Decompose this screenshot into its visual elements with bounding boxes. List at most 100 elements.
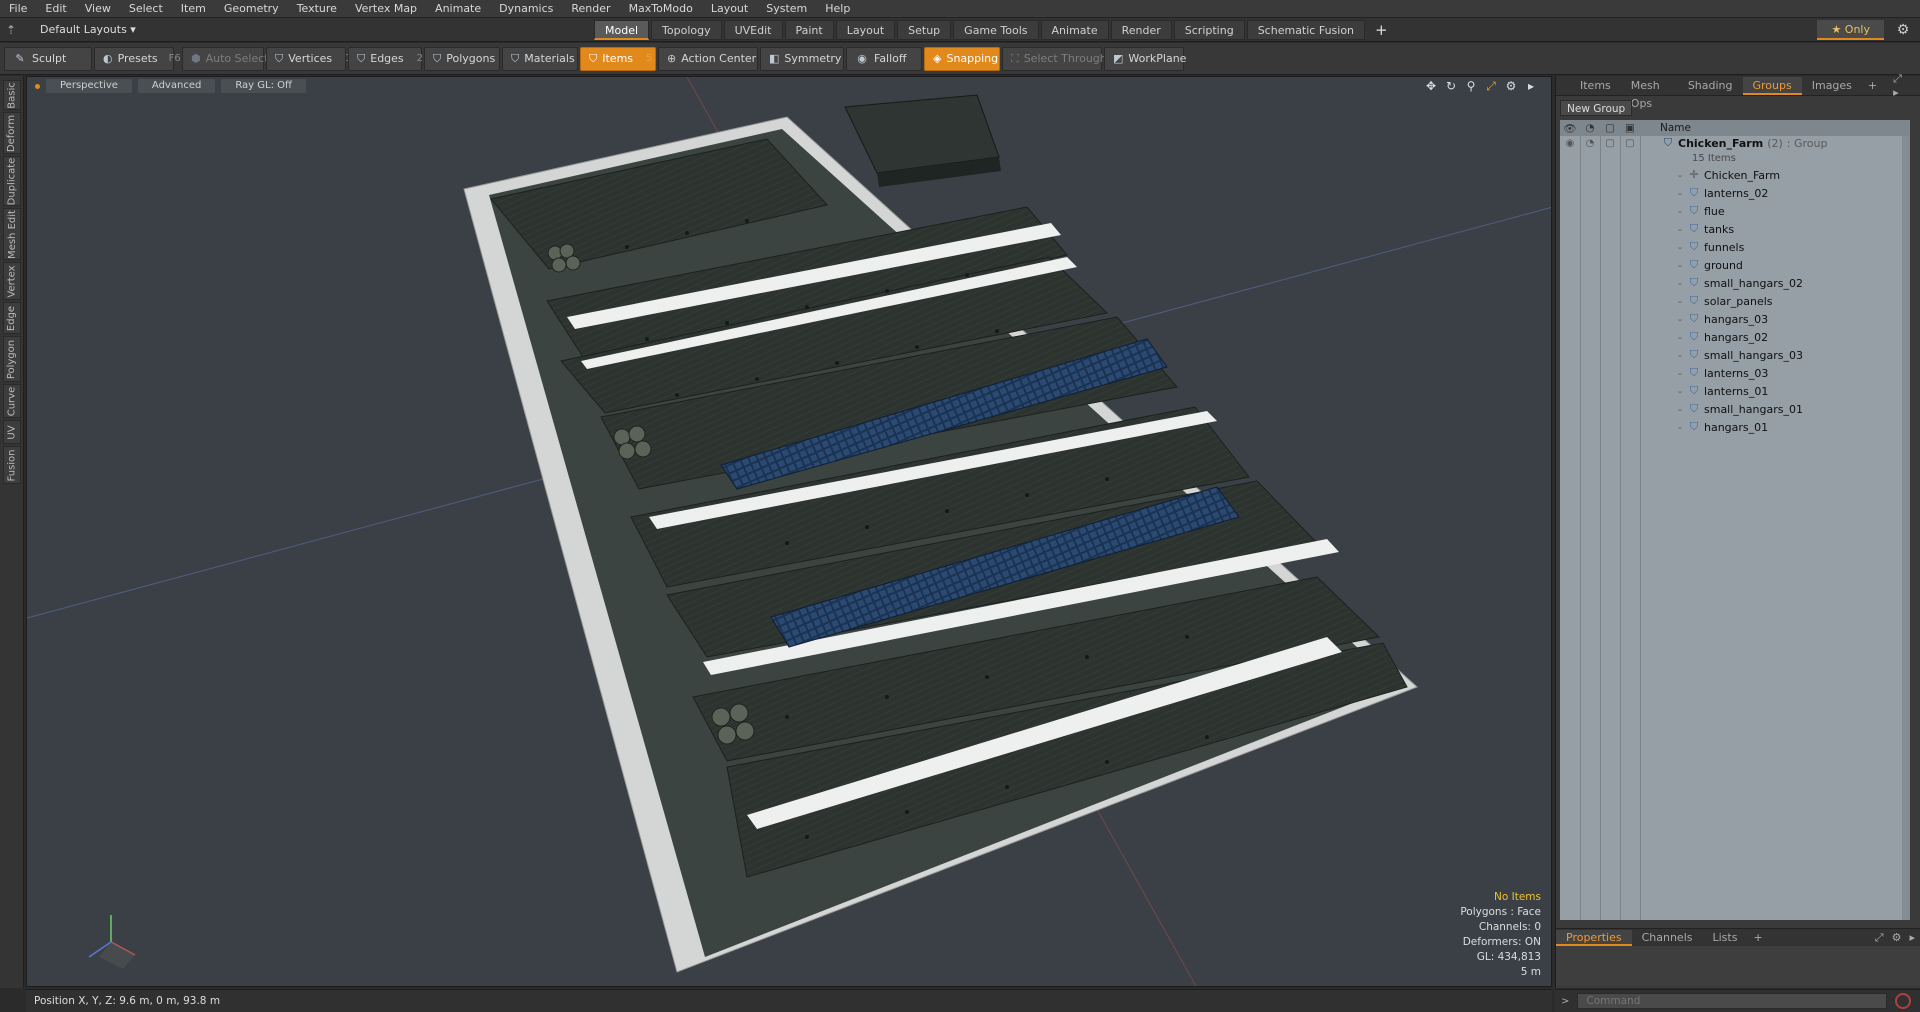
tree-item[interactable]: - ⛉ hangars_01 bbox=[1560, 418, 1910, 436]
props-maximize-icon[interactable]: ⤢ bbox=[1875, 931, 1884, 945]
layout-tab-schematic-fusion[interactable]: Schematic Fusion bbox=[1246, 19, 1366, 40]
select-through-button[interactable]: ⛶ Select Through bbox=[1002, 46, 1107, 71]
presets-button[interactable]: ◐ Presets F6 bbox=[94, 46, 181, 71]
left-tab-polygon[interactable]: Polygon bbox=[3, 336, 21, 382]
menu-maxtomodo[interactable]: MaxToModo bbox=[620, 0, 702, 18]
group-render-icon[interactable]: ◔ bbox=[1580, 138, 1600, 149]
tree-item[interactable]: - ✛ Chicken_Farm bbox=[1560, 166, 1910, 184]
layout-select-label[interactable]: Default Layouts ▾ bbox=[40, 23, 136, 36]
new-group-button[interactable]: New Group bbox=[1560, 100, 1633, 116]
menu-geometry[interactable]: Geometry bbox=[215, 0, 288, 18]
props-tab-lists[interactable]: Lists bbox=[1703, 930, 1748, 946]
tree-item[interactable]: - ⛉ solar_panels bbox=[1560, 292, 1910, 310]
zoom-icon[interactable]: ⚲ bbox=[1465, 79, 1477, 94]
tree-item[interactable]: - ⛉ small_hangars_02 bbox=[1560, 274, 1910, 292]
panel-tab-items[interactable]: Items bbox=[1570, 77, 1621, 95]
left-tab-deform[interactable]: Deform bbox=[3, 112, 21, 154]
layout-tab-scripting[interactable]: Scripting bbox=[1173, 19, 1245, 40]
tree-item[interactable]: - ⛉ small_hangars_01 bbox=[1560, 400, 1910, 418]
command-history-icon[interactable]: > bbox=[1561, 996, 1569, 1007]
panel-tab-groups[interactable]: Groups bbox=[1742, 76, 1802, 95]
add-props-tab-icon[interactable]: + bbox=[1747, 931, 1768, 944]
snapping-button[interactable]: ◈ Snapping bbox=[924, 46, 1000, 71]
visibility-column-icon[interactable]: 👁 bbox=[1560, 122, 1580, 135]
raygl-button[interactable]: Ray GL: Off bbox=[221, 79, 306, 93]
gear-icon[interactable]: ⚙ bbox=[1894, 20, 1912, 40]
group-visibility-icon[interactable]: ◉ bbox=[1560, 138, 1580, 149]
rotate-icon[interactable]: ↻ bbox=[1445, 79, 1457, 94]
maximize-icon[interactable]: ⤢ bbox=[1485, 79, 1497, 94]
panel-maximize-icon[interactable]: ⤢ ▸ bbox=[1883, 72, 1920, 99]
tree-item[interactable]: - ⛉ lanterns_01 bbox=[1560, 382, 1910, 400]
auto-select-button[interactable]: ⬢ Auto Select bbox=[182, 46, 269, 71]
layout-tab-setup[interactable]: Setup bbox=[897, 19, 952, 40]
tree-item[interactable]: - ⛉ tanks bbox=[1560, 220, 1910, 238]
tree-item[interactable]: - ⛉ funnels bbox=[1560, 238, 1910, 256]
edges-button[interactable]: ⛉ Edges 2 bbox=[348, 46, 423, 71]
menu-layout[interactable]: Layout bbox=[702, 0, 757, 18]
viewport-gear-icon[interactable]: ⚙ bbox=[1505, 79, 1517, 94]
vertices-button[interactable]: ⛉ Vertices 1 bbox=[266, 46, 352, 71]
layout-tab-render[interactable]: Render bbox=[1110, 19, 1172, 40]
menu-texture[interactable]: Texture bbox=[288, 0, 346, 18]
name-column-header[interactable]: Name bbox=[1660, 122, 1691, 134]
menu-animate[interactable]: Animate bbox=[426, 0, 490, 18]
view-mode-button[interactable]: Perspective bbox=[46, 79, 132, 93]
shading-mode-button[interactable]: Advanced bbox=[137, 79, 216, 93]
left-tab-fusion[interactable]: Fusion bbox=[3, 446, 21, 484]
group-lock-icon[interactable]: ▢ bbox=[1600, 138, 1620, 149]
tree-item[interactable]: - ⛉ lanterns_03 bbox=[1560, 364, 1910, 382]
tree-item[interactable]: - ⛉ lanterns_02 bbox=[1560, 184, 1910, 202]
left-tab-curve[interactable]: Curve bbox=[3, 384, 21, 418]
command-input[interactable] bbox=[1577, 993, 1888, 1009]
left-tab-duplicate[interactable]: Duplicate bbox=[3, 156, 21, 206]
tree-item[interactable]: - ⛉ hangars_03 bbox=[1560, 310, 1910, 328]
polygons-button[interactable]: ⛉ Polygons bbox=[424, 46, 500, 71]
left-tab-basic[interactable]: Basic bbox=[3, 80, 21, 110]
action-center-button[interactable]: ⊕ Action Center bbox=[658, 46, 758, 71]
tree-item[interactable]: - ⛉ hangars_02 bbox=[1560, 328, 1910, 346]
3d-viewport[interactable]: Perspective Advanced Ray GL: Off ✥ ↻ ⚲ ⤢… bbox=[26, 76, 1552, 987]
menu-item[interactable]: Item bbox=[172, 0, 215, 18]
left-tab-edge[interactable]: Edge bbox=[3, 302, 21, 334]
lock-column-icon[interactable]: ▢ bbox=[1600, 122, 1620, 134]
tree-item[interactable]: - ⛉ ground bbox=[1560, 256, 1910, 274]
panel-tab-images[interactable]: Images bbox=[1802, 77, 1862, 95]
layout-tab-model[interactable]: Model bbox=[594, 19, 650, 40]
tree-scrollbar[interactable] bbox=[1902, 136, 1910, 920]
panel-tab-shading[interactable]: Shading bbox=[1678, 77, 1743, 95]
left-tab-mesh-edit[interactable]: Mesh Edit bbox=[3, 208, 21, 260]
props-gear-icon[interactable]: ⚙ bbox=[1892, 931, 1902, 945]
menu-system[interactable]: System bbox=[757, 0, 816, 18]
layout-tab-animate[interactable]: Animate bbox=[1040, 19, 1109, 40]
tree-item[interactable]: - ⛉ flue bbox=[1560, 202, 1910, 220]
workplane-button[interactable]: ◩ WorkPlane bbox=[1104, 46, 1186, 71]
left-tab-vertex[interactable]: Vertex bbox=[3, 262, 21, 300]
layout-tab-layout[interactable]: Layout bbox=[835, 19, 896, 40]
menu-file[interactable]: File bbox=[0, 0, 36, 18]
render-column-icon[interactable]: ◔ bbox=[1580, 122, 1600, 134]
menu-help[interactable]: Help bbox=[816, 0, 859, 18]
viewport-menu-arrow-icon[interactable]: ▸ bbox=[1525, 79, 1537, 94]
record-icon[interactable] bbox=[1895, 993, 1912, 1009]
tree-item[interactable]: - ⛉ small_hangars_03 bbox=[1560, 346, 1910, 364]
panel-tab-mesh-ops[interactable]: Mesh Ops bbox=[1621, 77, 1678, 110]
falloff-button[interactable]: ◉ Falloff bbox=[846, 46, 922, 71]
props-tab-properties[interactable]: Properties bbox=[1556, 929, 1632, 946]
menu-view[interactable]: View bbox=[76, 0, 120, 18]
groups-tree[interactable]: 👁 ◔ ▢ ▣ Name ◉ ◔ ▢ ▢ ⛉ Chicken_Farm (2) … bbox=[1560, 120, 1910, 920]
menu-dynamics[interactable]: Dynamics bbox=[490, 0, 562, 18]
menu-edit[interactable]: Edit bbox=[36, 0, 75, 18]
props-arrow-icon[interactable]: ▸ bbox=[1909, 931, 1915, 945]
props-tab-channels[interactable]: Channels bbox=[1632, 930, 1703, 946]
layout-selector[interactable]: ⇡ Default Layouts ▾ bbox=[4, 23, 594, 37]
layout-tab-game-tools[interactable]: Game Tools bbox=[953, 19, 1039, 40]
items-button[interactable]: ⛉ Items 5 bbox=[580, 46, 656, 71]
pan-icon[interactable]: ✥ bbox=[1425, 79, 1437, 94]
menu-select[interactable]: Select bbox=[120, 0, 172, 18]
sculpt-button[interactable]: ✎ Sculpt bbox=[4, 46, 92, 71]
layout-home-icon[interactable]: ⇡ bbox=[4, 23, 18, 37]
layout-tab-paint[interactable]: Paint bbox=[784, 19, 834, 40]
layout-tab-uvedit[interactable]: UVEdit bbox=[723, 19, 783, 40]
scene-render[interactable] bbox=[27, 77, 1552, 987]
